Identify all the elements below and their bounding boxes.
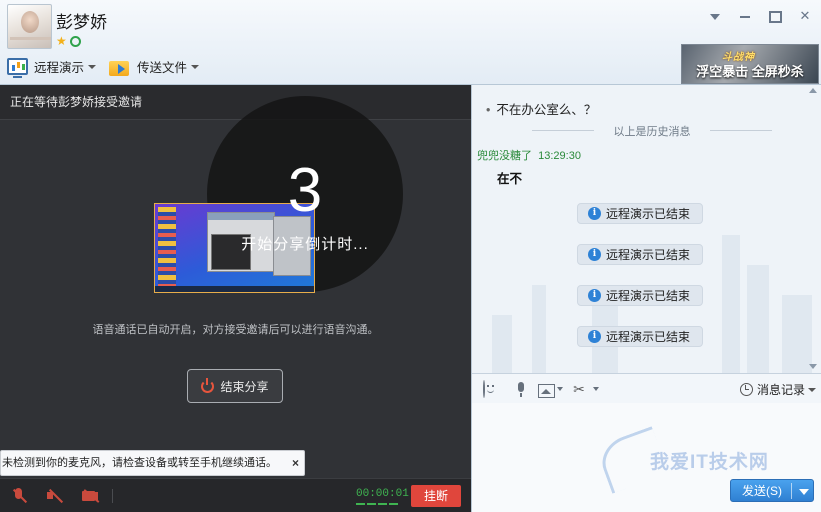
countdown-number: 3	[287, 156, 323, 225]
system-message-text: 远程演示已结束	[606, 330, 691, 344]
avatar[interactable]	[7, 4, 52, 49]
message-text: 在不	[497, 172, 523, 186]
mic-warning-text: 未检测到你的麦克风，请检查设备或转至手机继续通话。	[2, 457, 277, 469]
star-icon[interactable]: ★	[56, 35, 67, 47]
info-icon: i	[588, 330, 601, 343]
power-icon	[201, 377, 215, 393]
message-time: 13:29:30	[538, 150, 581, 162]
screenshot-scissors-icon[interactable]: ✂	[570, 380, 588, 398]
ad-slogan: 浮空暴击 全屏秒杀	[696, 64, 804, 79]
system-message: i 远程演示已结束	[577, 244, 703, 265]
history-message: • 不在办公室么、？	[486, 99, 596, 118]
info-icon: i	[588, 207, 601, 220]
system-message: i 远程演示已结束	[577, 203, 703, 224]
system-message-text: 远程演示已结束	[606, 207, 691, 221]
history-separator: 以上是历史消息	[532, 123, 772, 139]
chat-status-icon[interactable]	[69, 36, 81, 47]
send-file-button[interactable]: 传送文件	[109, 57, 200, 76]
hangup-button[interactable]: 挂断	[411, 485, 461, 507]
end-share-button[interactable]: 结束分享	[187, 369, 283, 403]
sender-name[interactable]: 兜兜没糖了	[477, 150, 532, 162]
message-meta: 兜兜没糖了 13:29:30	[477, 147, 581, 163]
bullet-icon: •	[486, 103, 491, 117]
advertisement-banner[interactable]: 斗战神 浮空暴击 全屏秒杀	[681, 44, 819, 84]
close-icon[interactable]: ×	[292, 451, 299, 475]
send-button[interactable]: 发送(S)	[730, 479, 814, 502]
camera-off-icon[interactable]	[82, 488, 100, 504]
remote-demo-label: 远程演示	[34, 61, 85, 75]
close-icon[interactable]: ✕	[797, 8, 813, 24]
divider	[112, 489, 113, 503]
send-button-label: 发送(S)	[742, 484, 782, 498]
countdown-text: 开始分享倒计时...	[241, 236, 369, 253]
info-icon: i	[588, 289, 601, 302]
maximize-icon[interactable]	[767, 8, 783, 24]
scroll-up-icon[interactable]	[809, 88, 817, 93]
system-message: i 远程演示已结束	[577, 285, 703, 306]
chevron-down-icon[interactable]	[593, 387, 599, 391]
scroll-down-icon[interactable]	[809, 364, 817, 369]
remote-demo-button[interactable]: 远程演示	[7, 57, 97, 78]
send-file-label: 传送文件	[137, 61, 188, 75]
emoji-icon[interactable]	[483, 380, 485, 398]
history-message-text: 不在办公室么、？	[496, 103, 597, 117]
call-timer: 00:00:01	[356, 488, 409, 500]
chevron-down-icon	[808, 387, 816, 392]
system-message-text: 远程演示已结束	[606, 248, 691, 262]
watermark-text: 我爱IT技术网	[650, 452, 769, 473]
window-controls: ✕	[707, 8, 813, 24]
share-status-header: 正在等待彭梦娇接受邀请	[0, 85, 471, 120]
message-history-button[interactable]: 消息记录	[739, 381, 816, 398]
message-history-label: 消息记录	[756, 383, 805, 397]
menu-dropdown-icon[interactable]	[707, 8, 723, 24]
status-icons: ★	[56, 35, 81, 47]
send-options-chevron-icon[interactable]	[799, 489, 809, 495]
folder-icon	[109, 58, 131, 76]
system-message: i 远程演示已结束	[577, 326, 703, 347]
contact-name: 彭梦娇	[56, 13, 107, 32]
call-control-bar: 00:00:01 挂断	[0, 478, 471, 512]
minimize-icon[interactable]	[737, 8, 753, 24]
chevron-down-icon	[191, 64, 200, 69]
mic-warning-tooltip: 未检测到你的麦克风，请检查设备或转至手机继续通话。 ×	[0, 450, 305, 476]
signal-bars	[356, 503, 398, 505]
system-message-text: 远程演示已结束	[606, 289, 691, 303]
screen-share-pane: 正在等待彭梦娇接受邀请 3 开始分享倒计时... 语音通话已自动开启，对方接受邀…	[0, 85, 471, 512]
end-share-label: 结束分享	[220, 379, 269, 394]
title-bar: 彭梦娇 ★ 远程演示 传送文件 ✕ 斗战神 浮空暴击 全屏秒杀	[0, 0, 821, 85]
speaker-muted-icon[interactable]	[46, 488, 64, 504]
message-input[interactable]: 我爱IT技术网 发送(S)	[472, 403, 821, 512]
voice-note: 语音通话已自动开启，对方接受邀请后可以进行语音沟通。	[92, 324, 379, 336]
clock-icon	[739, 383, 753, 396]
input-toolbar: ✂ 消息记录	[472, 373, 821, 403]
chevron-down-icon[interactable]	[557, 387, 563, 391]
chevron-down-icon	[88, 64, 97, 69]
monitor-icon	[7, 58, 28, 78]
chat-pane: • 不在办公室么、？ 以上是历史消息 兜兜没糖了 13:29:30 在不 i 远程演…	[471, 85, 821, 512]
mic-muted-icon[interactable]	[10, 488, 28, 504]
info-icon: i	[588, 248, 601, 261]
